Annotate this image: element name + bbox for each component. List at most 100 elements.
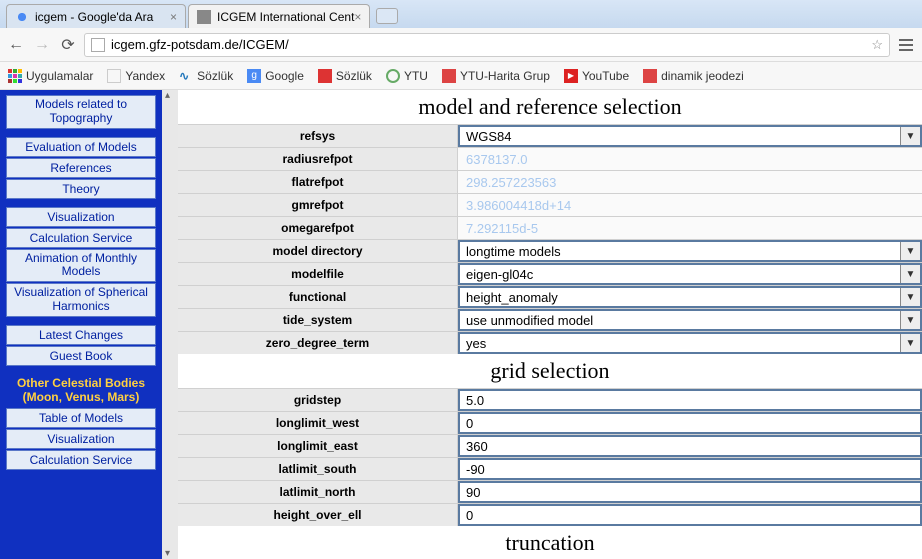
bookmark-yandex[interactable]: Yandex — [107, 69, 165, 83]
browser-menu-button[interactable] — [896, 39, 916, 51]
sidebar-item-visualization2[interactable]: Visualization — [6, 429, 156, 449]
input-latlimit-north[interactable] — [458, 481, 922, 503]
close-icon[interactable]: × — [170, 10, 177, 24]
forward-button[interactable]: → — [32, 35, 52, 55]
readonly-value: 3.986004418d+14 — [458, 198, 922, 213]
bookmarks-bar: Uygulamalar Yandex ∿ Sözlük g Google Söz… — [0, 62, 922, 90]
sidebar-item-spherical[interactable]: Visualization of Spherical Harmonics — [6, 283, 156, 317]
bookmark-apps[interactable]: Uygulamalar — [8, 69, 93, 83]
field-value: use unmodified model▼ — [458, 309, 922, 331]
yandex-icon — [107, 69, 121, 83]
jeodezi-icon — [643, 69, 657, 83]
sidebar-item-animation[interactable]: Animation of Monthly Models — [6, 249, 156, 283]
select-functional[interactable]: height_anomaly▼ — [458, 286, 922, 308]
tab-favicon — [15, 10, 29, 24]
field-value: 298.257223563 — [458, 171, 922, 193]
bookmark-label: YouTube — [582, 69, 629, 83]
sidebar-item-topography[interactable]: Models related to Topography — [6, 95, 156, 129]
bookmark-label: dinamik jeodezi — [661, 69, 744, 83]
field-label: gmrefpot — [178, 194, 458, 216]
bookmark-ytu[interactable]: YTU — [386, 69, 428, 83]
sidebar-item-changes[interactable]: Latest Changes — [6, 325, 156, 345]
field-label: functional — [178, 286, 458, 308]
section-title-grid: grid selection — [178, 354, 922, 388]
ytu-icon — [386, 69, 400, 83]
sidebar-item-guestbook[interactable]: Guest Book — [6, 346, 156, 366]
select-modelfile[interactable]: eigen-gl04c▼ — [458, 263, 922, 285]
input-longlimit-west[interactable] — [458, 412, 922, 434]
field-label: longlimit_east — [178, 435, 458, 457]
chevron-down-icon[interactable]: ▼ — [900, 288, 920, 306]
chevron-down-icon[interactable]: ▼ — [900, 127, 920, 145]
apps-icon — [8, 69, 22, 83]
select-value: use unmodified model — [460, 311, 900, 329]
select-model-directory[interactable]: longtime models▼ — [458, 240, 922, 262]
bookmark-sozluk2[interactable]: Sözlük — [318, 69, 372, 83]
sidebar-item-table-models[interactable]: Table of Models — [6, 408, 156, 428]
sidebar-item-evaluation[interactable]: Evaluation of Models — [6, 137, 156, 157]
sozluk-icon — [318, 69, 332, 83]
select-value: WGS84 — [460, 127, 900, 145]
field-value: longtime models▼ — [458, 240, 922, 262]
field-value — [458, 504, 922, 526]
bookmark-youtube[interactable]: ▶ YouTube — [564, 69, 629, 83]
sidebar-item-visualization[interactable]: Visualization — [6, 207, 156, 227]
grid-selection-grid: gridsteplonglimit_westlonglimit_eastlatl… — [178, 388, 922, 526]
bookmark-sozluk[interactable]: ∿ Sözlük — [179, 69, 233, 83]
section-title-truncation: truncation — [178, 526, 922, 559]
field-value: eigen-gl04c▼ — [458, 263, 922, 285]
select-tide-system[interactable]: use unmodified model▼ — [458, 309, 922, 331]
field-label: radiusrefpot — [178, 148, 458, 170]
google-icon: g — [247, 69, 261, 83]
section-title-model: model and reference selection — [178, 90, 922, 124]
form-row: gridstep — [178, 388, 922, 411]
form-row: longlimit_east — [178, 434, 922, 457]
browser-tab-0[interactable]: icgem - Google'da Ara × — [6, 4, 186, 28]
back-button[interactable]: ← — [6, 35, 26, 55]
bookmark-ytugrup[interactable]: YTU-Harita Grup — [442, 69, 550, 83]
chevron-down-icon[interactable]: ▼ — [900, 334, 920, 352]
address-bar[interactable]: icgem.gfz-potsdam.de/ICGEM/ ☆ — [84, 33, 890, 57]
tab-title: icgem - Google'da Ara — [35, 10, 153, 24]
chevron-down-icon[interactable]: ▼ — [900, 265, 920, 283]
form-row: gmrefpot3.986004418d+14 — [178, 193, 922, 216]
field-label: tide_system — [178, 309, 458, 331]
form-row: model directorylongtime models▼ — [178, 239, 922, 262]
form-row: tide_systemuse unmodified model▼ — [178, 308, 922, 331]
select-refsys[interactable]: WGS84▼ — [458, 125, 922, 147]
sidebar-item-references[interactable]: References — [6, 158, 156, 178]
close-icon[interactable]: × — [354, 10, 361, 24]
field-value — [458, 412, 922, 434]
sidebar-item-calculation[interactable]: Calculation Service — [6, 228, 156, 248]
field-label: modelfile — [178, 263, 458, 285]
sidebar-item-theory[interactable]: Theory — [6, 179, 156, 199]
select-zero-degree-term[interactable]: yes▼ — [458, 332, 922, 354]
input-height-over-ell[interactable] — [458, 504, 922, 526]
page-content: Models related to Topography Evaluation … — [0, 90, 922, 559]
page-icon — [91, 38, 105, 52]
input-longlimit-east[interactable] — [458, 435, 922, 457]
form-row: height_over_ell — [178, 503, 922, 526]
field-value: yes▼ — [458, 332, 922, 354]
field-label: zero_degree_term — [178, 332, 458, 354]
bookmark-label: Sözlük — [336, 69, 372, 83]
browser-tab-1[interactable]: ICGEM International Cent × — [188, 4, 370, 28]
sidebar-section-label: Other Celestial Bodies (Moon, Venus, Mar… — [6, 376, 156, 404]
bookmark-label: YTU — [404, 69, 428, 83]
field-label: omegarefpot — [178, 217, 458, 239]
form-row: radiusrefpot6378137.0 — [178, 147, 922, 170]
star-icon[interactable]: ☆ — [871, 37, 883, 53]
input-latlimit-south[interactable] — [458, 458, 922, 480]
reload-button[interactable]: ⟳ — [58, 35, 78, 55]
bookmark-jeodezi[interactable]: dinamik jeodezi — [643, 69, 744, 83]
chevron-down-icon[interactable]: ▼ — [900, 311, 920, 329]
sidebar-item-calculation2[interactable]: Calculation Service — [6, 450, 156, 470]
input-gridstep[interactable] — [458, 389, 922, 411]
chevron-down-icon[interactable]: ▼ — [900, 242, 920, 260]
youtube-icon: ▶ — [564, 69, 578, 83]
form-row: refsysWGS84▼ — [178, 124, 922, 147]
bookmark-google[interactable]: g Google — [247, 69, 304, 83]
form-row: longlimit_west — [178, 411, 922, 434]
new-tab-button[interactable] — [376, 8, 398, 24]
sidebar-scrollbar[interactable] — [162, 90, 178, 559]
